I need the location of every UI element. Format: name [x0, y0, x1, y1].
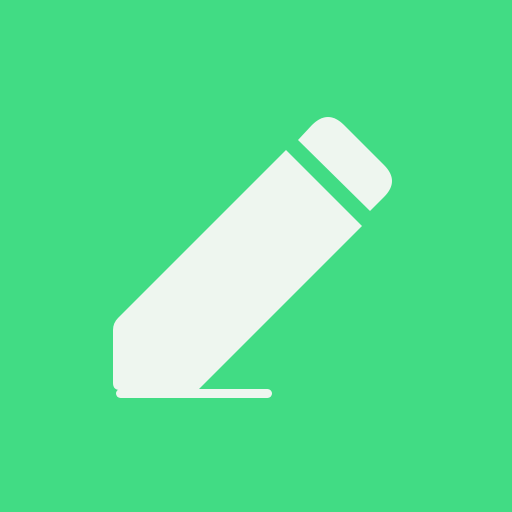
pencil-body: [113, 150, 362, 390]
app-icon[interactable]: [0, 0, 512, 512]
pencil-baseline: [116, 389, 272, 398]
pencil-icon: [113, 117, 392, 398]
